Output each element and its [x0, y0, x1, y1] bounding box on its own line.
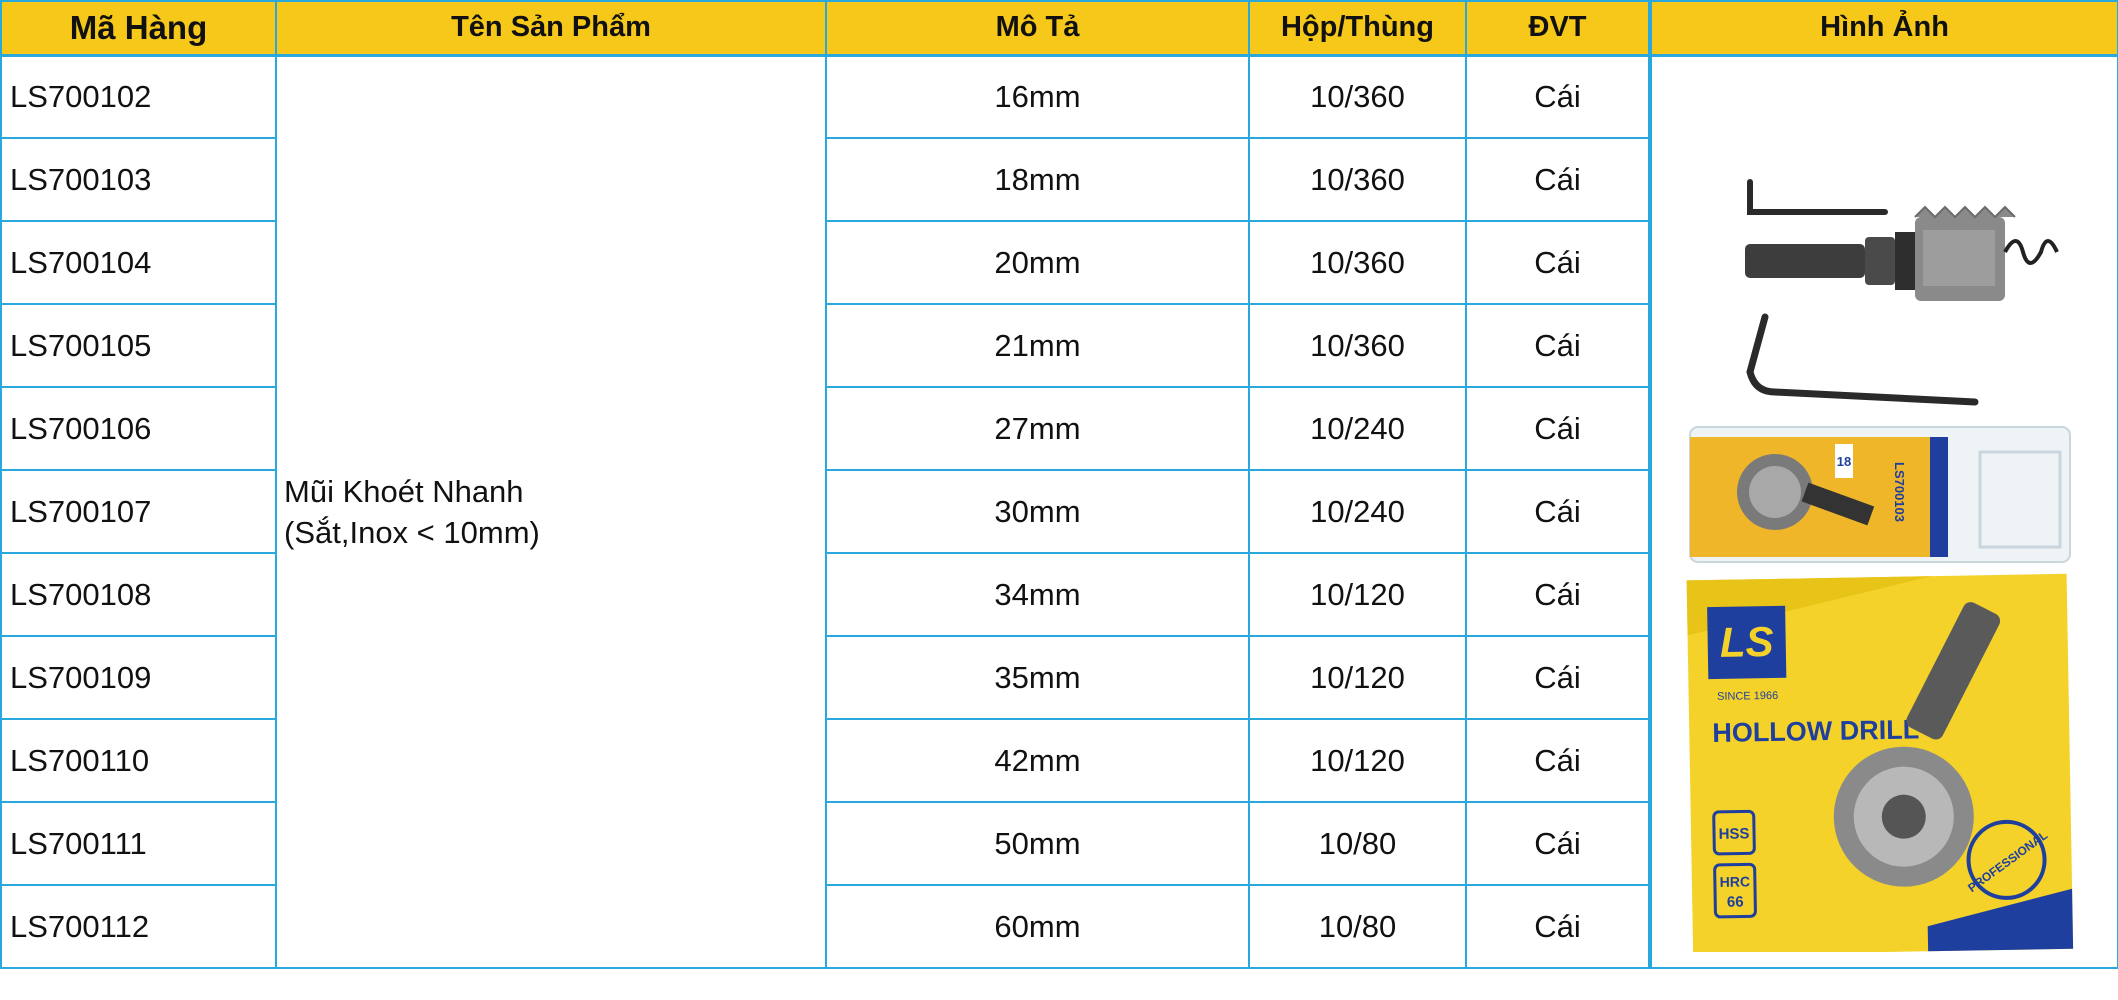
header-product-name: Tên Sản Phẩm [275, 0, 827, 57]
product-code-cell: LS700111 [0, 801, 277, 886]
pack-cell: 10/120 [1248, 635, 1467, 720]
product-code-cell: LS700106 [0, 386, 277, 471]
product-code-cell: LS700102 [0, 54, 277, 139]
description-cell: 20mm [825, 220, 1250, 305]
unit-cell: Cái [1465, 386, 1651, 471]
product-code-cell: LS700107 [0, 469, 277, 554]
unit-cell: Cái [1465, 884, 1651, 969]
description-cell: 42mm [825, 718, 1250, 803]
pack-cell: 10/120 [1248, 718, 1467, 803]
table-row: LS700102 Mũi Khoét Nhanh (Sắt,Inox < 10m… [0, 54, 2118, 969]
pack-cell: 10/240 [1248, 386, 1467, 471]
unit-cell: Cái [1465, 801, 1651, 886]
description-cell: 16mm [825, 54, 1250, 139]
product-table: Mã Hàng Tên Sản Phẩm Mô Tả Hộp/Thùng ĐVT… [0, 0, 2118, 969]
header-description: Mô Tả [825, 0, 1250, 57]
description-cell: 60mm [825, 884, 1250, 969]
product-code-cell: LS700104 [0, 220, 277, 305]
description-cell: 27mm [825, 386, 1250, 471]
unit-cell: Cái [1465, 469, 1651, 554]
badge-hardness-value: 66 [1726, 893, 1743, 910]
pack-cell: 10/80 [1248, 801, 1467, 886]
badge-material: HSS [1718, 825, 1749, 843]
unit-cell: Cái [1465, 54, 1651, 139]
header-code: Mã Hàng [0, 0, 277, 57]
table-header-row: Mã Hàng Tên Sản Phẩm Mô Tả Hộp/Thùng ĐVT… [0, 0, 2118, 57]
pack-cell: 10/360 [1248, 54, 1467, 139]
product-name-cell: Mũi Khoét Nhanh (Sắt,Inox < 10mm) [275, 54, 827, 969]
table-body: LS700102 Mũi Khoét Nhanh (Sắt,Inox < 10m… [0, 54, 2118, 969]
since-label: SINCE 1966 [1716, 690, 1777, 703]
product-code-cell: LS700108 [0, 552, 277, 637]
pack-cell: 10/360 [1248, 220, 1467, 305]
description-cell: 35mm [825, 635, 1250, 720]
description-cell: 30mm [825, 469, 1250, 554]
description-cell: 50mm [825, 801, 1250, 886]
header-image: Hình Ảnh [1648, 0, 2118, 57]
unit-cell: Cái [1465, 137, 1651, 222]
brand-logo-text: LS [1719, 618, 1773, 666]
unit-cell: Cái [1465, 635, 1651, 720]
pack-cell: 10/360 [1248, 137, 1467, 222]
header-pack: Hộp/Thùng [1248, 0, 1467, 57]
product-code-cell: LS700103 [0, 137, 277, 222]
package-size-label: 18 [1836, 454, 1850, 469]
pack-cell: 10/80 [1248, 884, 1467, 969]
unit-cell: Cái [1465, 303, 1651, 388]
product-name-line2: (Sắt,Inox < 10mm) [284, 514, 540, 550]
product-code-cell: LS700109 [0, 635, 277, 720]
hole-saw-drill-bit-icon: 18 LS700103 LS SINCE 1966 HOLLOW DRILL H… [1686, 178, 2073, 952]
unit-cell: Cái [1465, 552, 1651, 637]
unit-cell: Cái [1465, 220, 1651, 305]
product-code-cell: LS700110 [0, 718, 277, 803]
pack-cell: 10/120 [1248, 552, 1467, 637]
unit-cell: Cái [1465, 718, 1651, 803]
pack-cell: 10/360 [1248, 303, 1467, 388]
package-code-label: LS700103 [1892, 462, 1907, 522]
badge-hardness-label: HRC [1719, 873, 1750, 890]
product-name-line1: Mũi Khoét Nhanh [284, 473, 524, 509]
product-code-cell: LS700105 [0, 303, 277, 388]
description-cell: 34mm [825, 552, 1250, 637]
product-code-cell: LS700112 [0, 884, 277, 969]
product-image-cell: 18 LS700103 LS SINCE 1966 HOLLOW DRILL H… [1648, 54, 2118, 969]
description-cell: 18mm [825, 137, 1250, 222]
header-unit: ĐVT [1465, 0, 1651, 57]
box-title-label: HOLLOW DRILL [1712, 714, 1919, 748]
description-cell: 21mm [825, 303, 1250, 388]
pack-cell: 10/240 [1248, 469, 1467, 554]
